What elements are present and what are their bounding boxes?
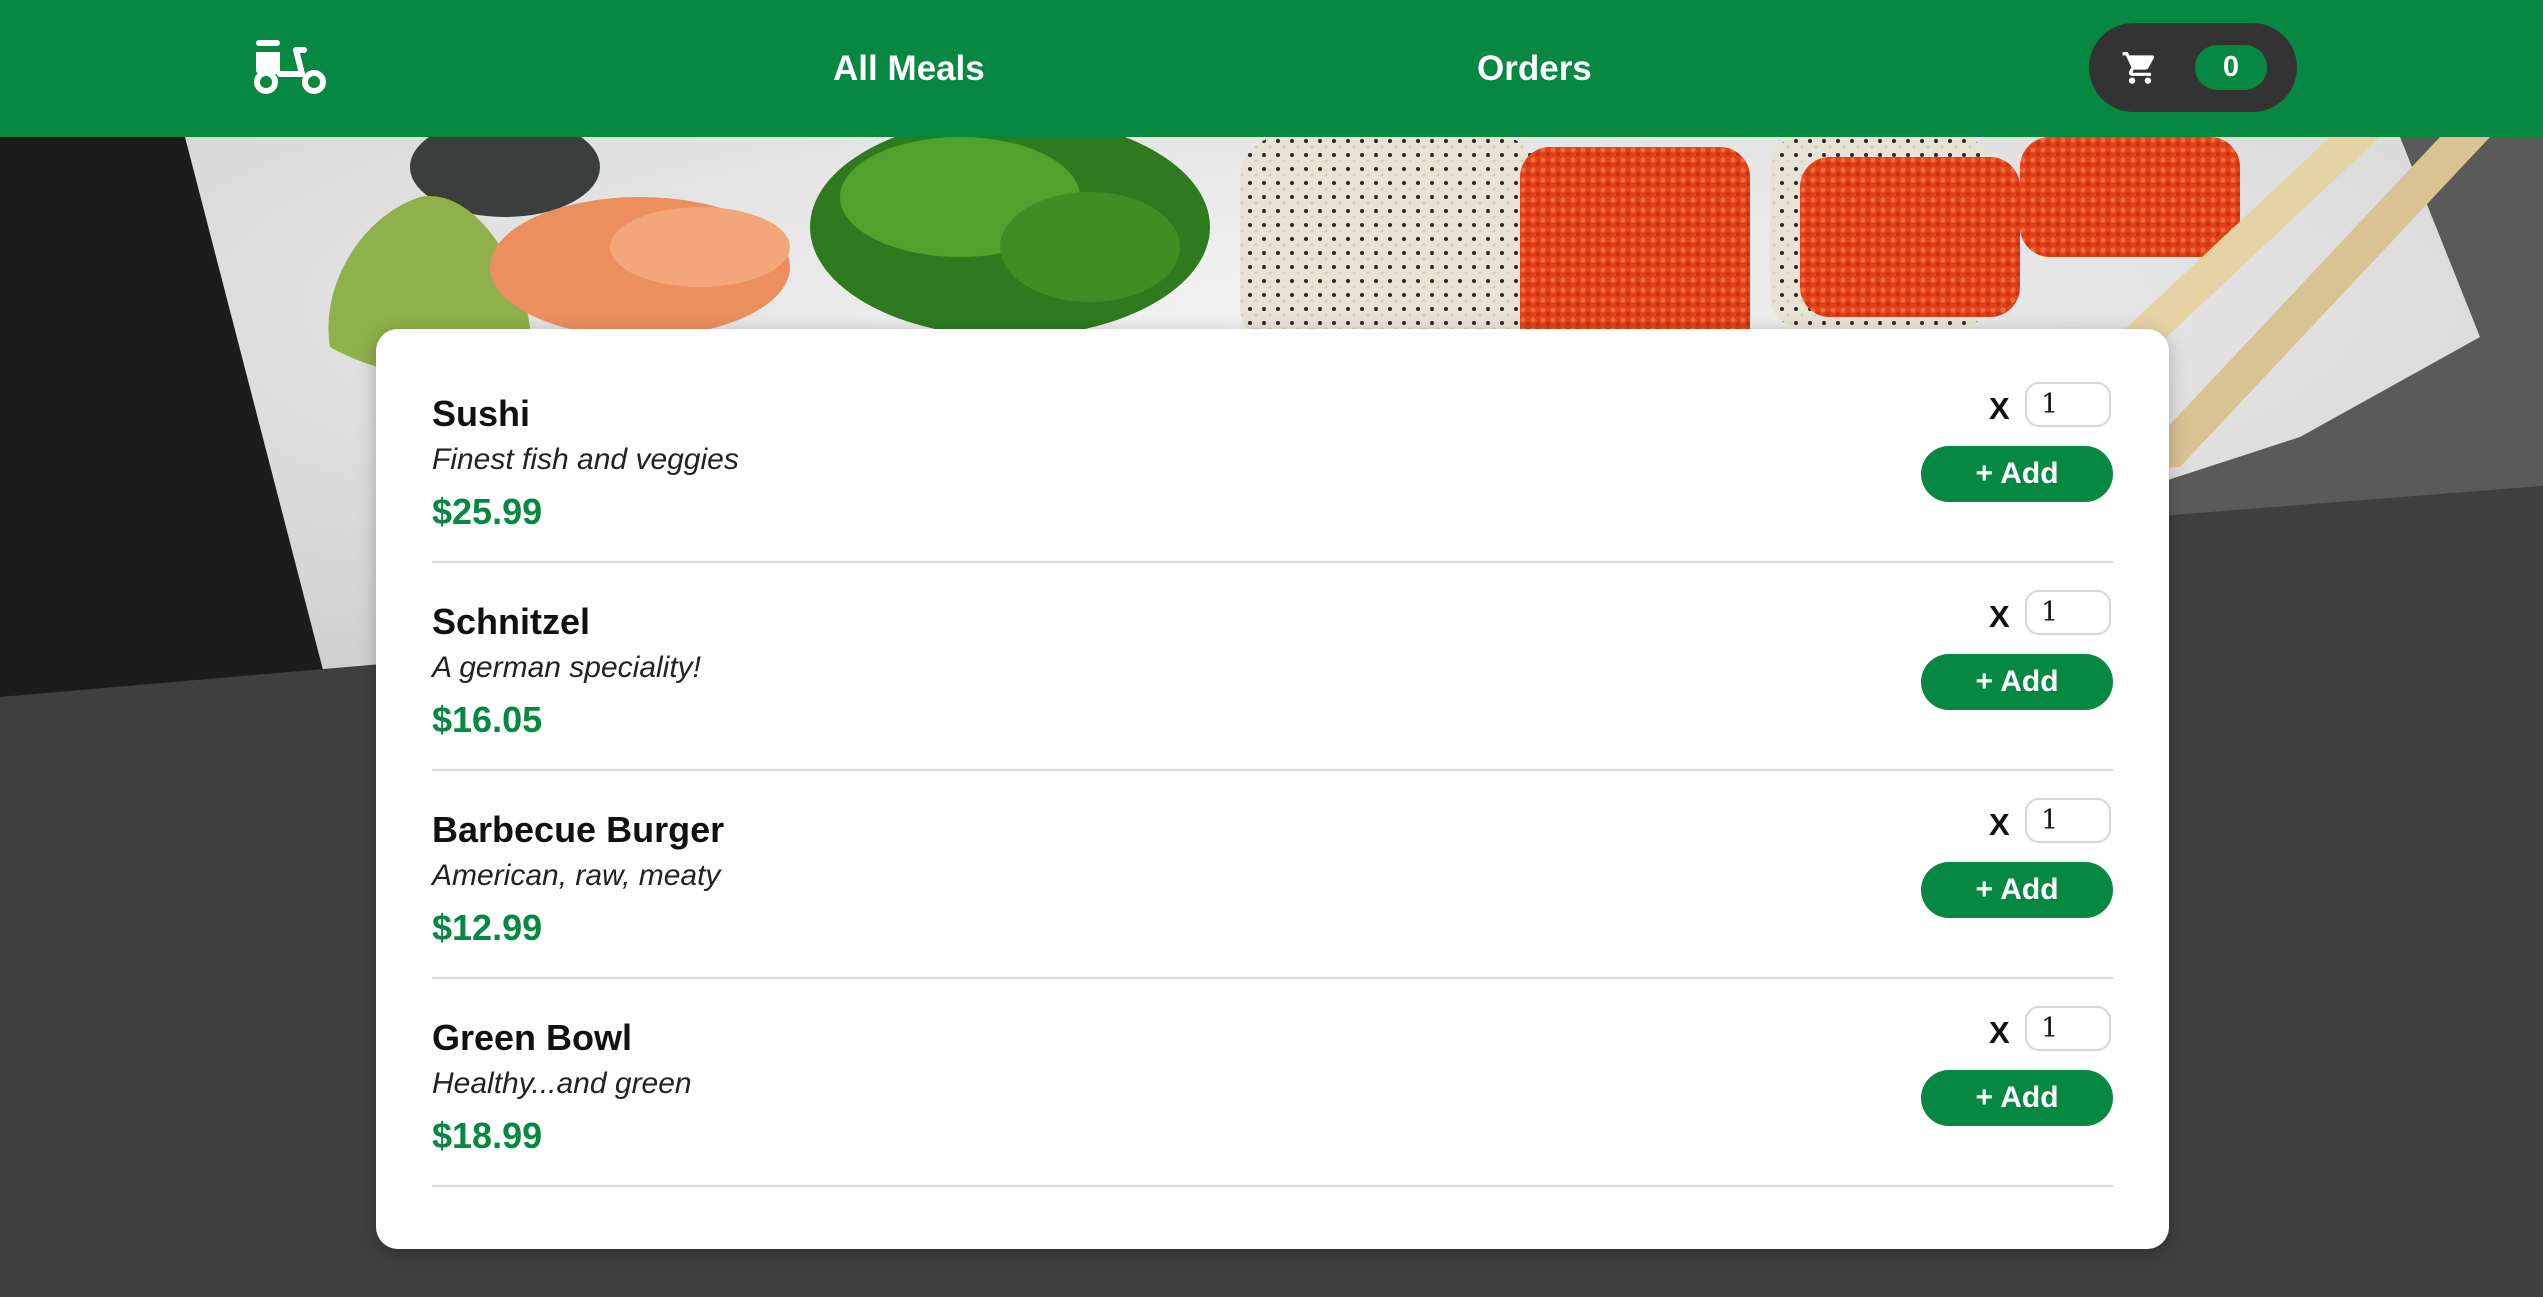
amount-label: X: [1989, 391, 2010, 426]
amount-label: X: [1989, 807, 2010, 842]
nav-orders[interactable]: Orders: [1477, 0, 1592, 137]
amount-label: X: [1989, 599, 2010, 634]
meal-name: Barbecue Burger: [432, 809, 725, 850]
meals-card: Sushi Finest fish and veggies $25.99 X +…: [376, 329, 2169, 1249]
add-button-sushi[interactable]: + Add: [1921, 446, 2113, 502]
cart-icon: [2121, 49, 2159, 87]
app-header: All Meals Orders 0: [0, 0, 2543, 137]
add-button-barbecue-burger[interactable]: + Add: [1921, 862, 2113, 918]
meal-name: Green Bowl: [432, 1017, 633, 1058]
meal-item-green-bowl: Green Bowl Healthy...and green $18.99 X …: [432, 979, 2113, 1187]
amount-label: X: [1989, 1015, 2010, 1050]
meal-price: $12.99: [432, 907, 543, 948]
nav-all-meals[interactable]: All Meals: [833, 0, 985, 137]
meal-price: $25.99: [432, 491, 543, 532]
amount-input-barbecue-burger[interactable]: [2025, 798, 2111, 843]
add-button-schnitzel[interactable]: + Add: [1921, 654, 2113, 710]
meal-name: Sushi: [432, 393, 531, 434]
meal-item-barbecue-burger: Barbecue Burger American, raw, meaty $12…: [432, 771, 2113, 979]
meal-description: A german speciality!: [432, 651, 702, 684]
meal-list: Sushi Finest fish and veggies $25.99 X +…: [432, 355, 2113, 1187]
meal-item-sushi: Sushi Finest fish and veggies $25.99 X +…: [432, 355, 2113, 563]
add-button-green-bowl[interactable]: + Add: [1921, 1070, 2113, 1126]
amount-input-green-bowl[interactable]: [2025, 1006, 2111, 1051]
meal-price: $16.05: [432, 699, 543, 740]
cart-button[interactable]: 0: [2089, 23, 2297, 112]
meal-name: Schnitzel: [432, 601, 591, 642]
scooter-icon[interactable]: [250, 36, 330, 96]
amount-input-sushi[interactable]: [2025, 382, 2111, 427]
meal-description: Finest fish and veggies: [432, 443, 739, 476]
meal-description: Healthy...and green: [432, 1067, 692, 1100]
page: All Meals Orders 0 Sushi Finest fish and…: [0, 0, 2543, 1297]
amount-input-schnitzel[interactable]: [2025, 590, 2111, 635]
meal-item-schnitzel: Schnitzel A german speciality! $16.05 X …: [432, 563, 2113, 771]
meal-price: $18.99: [432, 1115, 543, 1156]
cart-count-badge: 0: [2195, 45, 2267, 90]
meal-description: American, raw, meaty: [432, 859, 721, 892]
